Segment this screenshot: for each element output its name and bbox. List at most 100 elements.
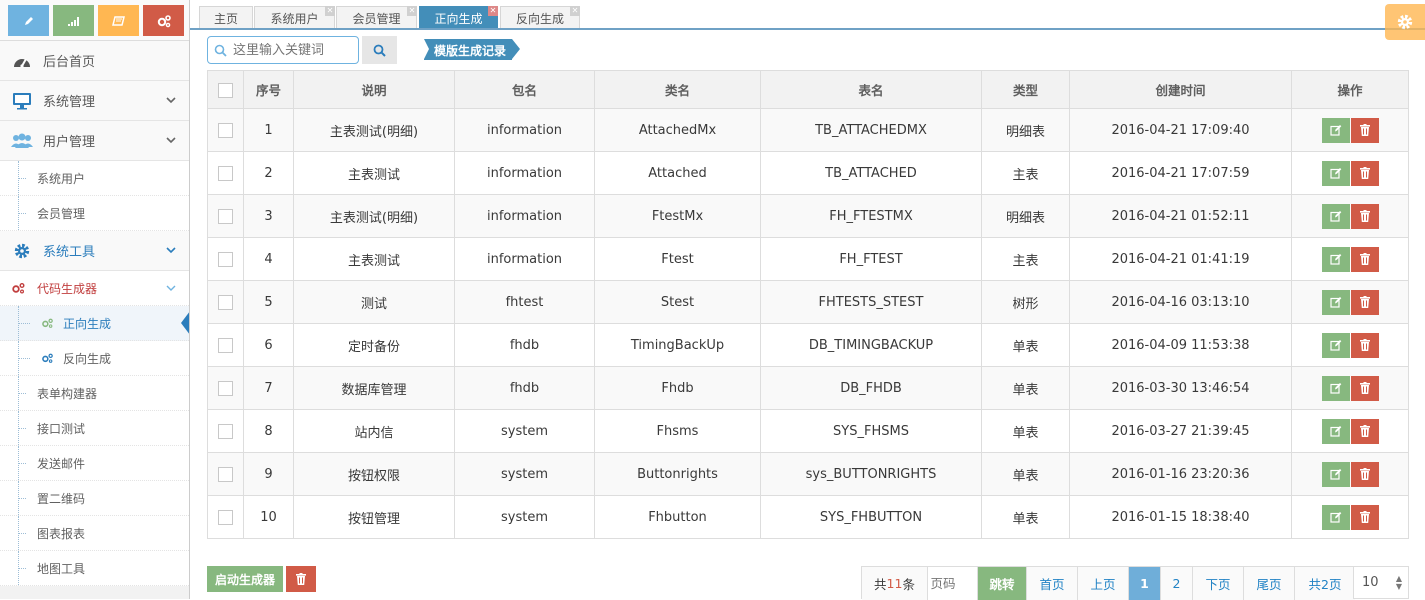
- type-cell: 主表: [981, 237, 1070, 281]
- row-number: 9: [243, 452, 294, 496]
- row-checkbox[interactable]: [218, 380, 233, 396]
- search-input[interactable]: [233, 42, 353, 58]
- sidebar-item-system-management[interactable]: 系统管理: [0, 81, 189, 121]
- edit-icon: [1329, 125, 1341, 136]
- edit-button[interactable]: [1321, 375, 1350, 401]
- pagination: 共11条 跳转 首页 上页 1 2 下页 尾页 共2页: [861, 566, 1356, 600]
- row-checkbox[interactable]: [218, 122, 233, 138]
- shortcut-signal-button[interactable]: [53, 5, 94, 36]
- start-generator-button[interactable]: 启动生成器: [207, 566, 283, 592]
- page-size-select[interactable]: 10 ▲ ▼: [1353, 566, 1409, 599]
- shortcut-book-button[interactable]: [98, 5, 139, 36]
- row-checkbox[interactable]: [218, 294, 233, 310]
- tab-reverse-generation[interactable]: 反向生成 ✕: [500, 6, 580, 28]
- tab-home[interactable]: 主页: [199, 6, 253, 28]
- delete-button[interactable]: [1350, 117, 1379, 143]
- last-page-link[interactable]: 尾页: [1244, 567, 1295, 600]
- edit-button[interactable]: [1321, 461, 1350, 487]
- settings-button[interactable]: [1385, 4, 1425, 40]
- select-all-checkbox[interactable]: [218, 82, 233, 98]
- trash-icon: [1359, 124, 1370, 136]
- table-name-cell: FHTESTS_STEST: [760, 280, 982, 324]
- close-icon[interactable]: ✕: [407, 6, 417, 16]
- sidebar-item-map-tools[interactable]: 地图工具: [0, 551, 189, 586]
- sidebar-item-label: 表单构建器: [37, 386, 98, 401]
- delete-button[interactable]: [1350, 246, 1379, 272]
- edit-button[interactable]: [1321, 504, 1350, 530]
- edit-icon: [1329, 211, 1341, 222]
- edit-button[interactable]: [1321, 246, 1350, 272]
- page-number-input[interactable]: [930, 576, 975, 591]
- sidebar-item-home[interactable]: 后台首页: [0, 41, 189, 81]
- actions-cell: [1291, 323, 1409, 367]
- sidebar-item-member-management[interactable]: 会员管理: [0, 196, 189, 231]
- shortcut-pencil-button[interactable]: [8, 5, 49, 36]
- row-checkbox[interactable]: [218, 251, 233, 267]
- trash-icon: [1359, 253, 1370, 265]
- close-icon[interactable]: ✕: [570, 6, 580, 16]
- edit-button[interactable]: [1321, 332, 1350, 358]
- created-time-cell: 2016-04-21 01:52:11: [1069, 194, 1292, 238]
- prev-page-link[interactable]: 上页: [1078, 567, 1129, 600]
- sidebar-item-code-generator[interactable]: 代码生成器: [0, 271, 189, 306]
- row-checkbox[interactable]: [218, 509, 233, 525]
- close-icon[interactable]: ✕: [488, 6, 498, 16]
- table-name-cell: TB_ATTACHED: [760, 151, 982, 195]
- tachometer-icon: [11, 53, 33, 69]
- row-checkbox[interactable]: [218, 208, 233, 224]
- edit-button[interactable]: [1321, 160, 1350, 186]
- sidebar-item-send-email[interactable]: 发送邮件: [0, 446, 189, 481]
- delete-button[interactable]: [1350, 418, 1379, 444]
- row-actions: [1321, 117, 1379, 143]
- class-cell: Buttonrights: [594, 452, 761, 496]
- delete-button[interactable]: [1350, 289, 1379, 315]
- class-cell: Fhbutton: [594, 495, 761, 539]
- sidebar-item-system-users[interactable]: 系统用户: [0, 161, 189, 196]
- jump-button[interactable]: 跳转: [978, 567, 1027, 600]
- tab-forward-generation[interactable]: 正向生成 ✕: [419, 6, 498, 28]
- delete-button[interactable]: [1350, 203, 1379, 229]
- first-page-link[interactable]: 首页: [1027, 567, 1078, 600]
- delete-button[interactable]: [1350, 375, 1379, 401]
- delete-button[interactable]: [1350, 160, 1379, 186]
- chevron-down-icon: [165, 282, 177, 297]
- sidebar-item-system-tools[interactable]: 系统工具: [0, 231, 189, 271]
- edit-button[interactable]: [1321, 289, 1350, 315]
- sidebar-item-api-test[interactable]: 接口测试: [0, 411, 189, 446]
- edit-button[interactable]: [1321, 117, 1350, 143]
- search-button[interactable]: [362, 36, 397, 64]
- page-link[interactable]: 2: [1161, 567, 1193, 600]
- row-checkbox[interactable]: [218, 337, 233, 353]
- batch-delete-button[interactable]: [286, 566, 316, 592]
- sidebar-item-chart-report[interactable]: 图表报表: [0, 516, 189, 551]
- class-cell: Stest: [594, 280, 761, 324]
- tab-system-users[interactable]: 系统用户 ✕: [254, 6, 335, 28]
- next-page-link[interactable]: 下页: [1193, 567, 1244, 600]
- table-row: 6 定时备份 fhdb TimingBackUp DB_TIMINGBACKUP 单表 20…: [207, 323, 1409, 367]
- generation-record-table: 序号 说明 包名 类名 表名 类型 创建时间 操作 1 主表测试(明细) infor…: [207, 70, 1409, 539]
- sidebar-item-user-management[interactable]: 用户管理: [0, 121, 189, 161]
- shortcut-cogs-button[interactable]: [143, 5, 184, 36]
- column-header: 序号: [243, 70, 294, 109]
- page-link-current[interactable]: 1: [1129, 567, 1161, 600]
- sidebar-item-reverse-generation[interactable]: 反向生成: [0, 341, 189, 376]
- delete-button[interactable]: [1350, 332, 1379, 358]
- delete-button[interactable]: [1350, 461, 1379, 487]
- row-checkbox[interactable]: [218, 466, 233, 482]
- trash-icon: [296, 573, 306, 585]
- sidebar-item-forward-generation[interactable]: 正向生成: [0, 306, 189, 341]
- active-caret: [181, 311, 189, 335]
- description-cell: 主表测试: [293, 237, 455, 281]
- tab-member-management[interactable]: 会员管理 ✕: [336, 6, 417, 28]
- close-icon[interactable]: ✕: [325, 6, 335, 16]
- sidebar-item-label: 置二维码: [37, 491, 86, 506]
- edit-button[interactable]: [1321, 203, 1350, 229]
- sidebar: 后台首页 系统管理 用户管理 系统用户 会员管理 系统工具 代码生成器 正向生成…: [0, 0, 190, 599]
- created-time-cell: 2016-04-21 17:07:59: [1069, 151, 1292, 195]
- edit-button[interactable]: [1321, 418, 1350, 444]
- sidebar-item-form-builder[interactable]: 表单构建器: [0, 376, 189, 411]
- row-checkbox[interactable]: [218, 165, 233, 181]
- row-checkbox[interactable]: [218, 423, 233, 439]
- sidebar-item-qrcode[interactable]: 置二维码: [0, 481, 189, 516]
- delete-button[interactable]: [1350, 504, 1379, 530]
